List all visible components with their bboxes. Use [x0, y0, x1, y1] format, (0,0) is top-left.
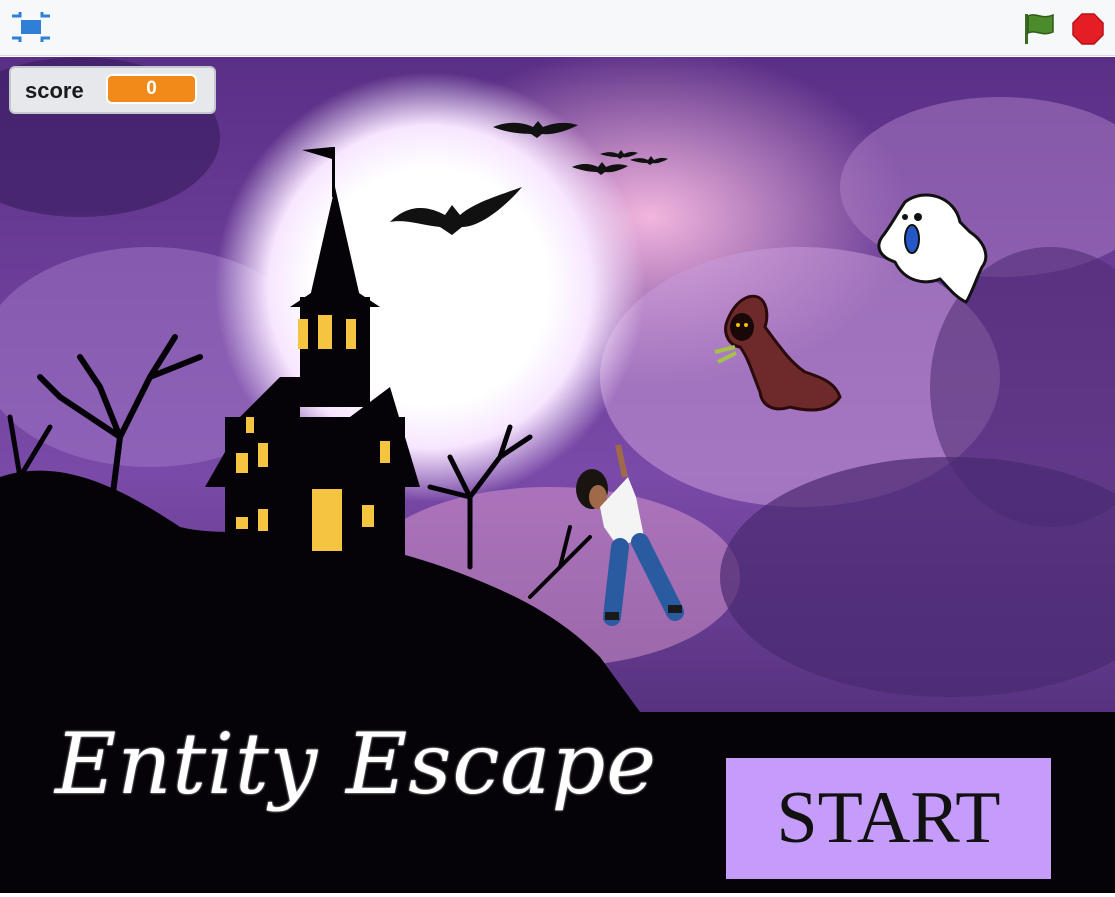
fullscreen-button[interactable]	[10, 10, 52, 44]
start-button[interactable]: START	[726, 758, 1051, 879]
fullscreen-icon	[12, 12, 50, 42]
stage-bottom-border	[0, 893, 1115, 897]
score-value: 0	[106, 74, 197, 104]
stage-header	[0, 0, 1115, 56]
score-monitor[interactable]: score 0	[9, 66, 216, 114]
stop-icon	[1072, 13, 1104, 45]
stop-button[interactable]	[1068, 10, 1108, 48]
score-label: score	[25, 78, 84, 103]
green-flag-icon	[1025, 13, 1054, 44]
game-title: Entity Escape	[55, 715, 657, 813]
green-flag-button[interactable]	[1020, 10, 1060, 48]
start-label: START	[776, 777, 1001, 859]
